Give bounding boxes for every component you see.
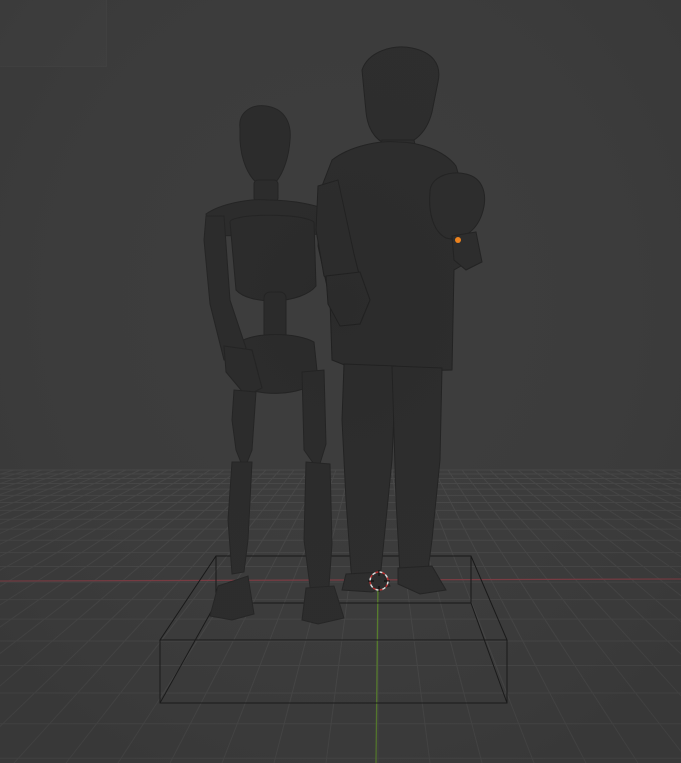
grid-line (433, 469, 587, 763)
grid-line (0, 469, 197, 587)
grid-line (489, 469, 681, 655)
grid-line (0, 469, 169, 557)
grid-line (573, 469, 681, 530)
grid-line (0, 469, 71, 496)
grid-line (657, 469, 681, 480)
grid-line (545, 469, 681, 558)
grid-line (0, 469, 43, 485)
object-origin-dot[interactable] (455, 237, 461, 243)
gentleman-figure[interactable] (315, 46, 486, 595)
grid-line (0, 469, 239, 655)
grid-line (65, 469, 295, 763)
grid-line (0, 469, 141, 535)
viewport-canvas (0, 0, 681, 763)
grid-line (0, 469, 211, 606)
3d-viewport[interactable] (0, 0, 681, 763)
grid-line (559, 469, 681, 543)
grid-line (0, 469, 183, 571)
grid-line (0, 469, 225, 628)
grid-line (461, 469, 681, 753)
x-axis-line (0, 578, 681, 582)
grid-line (615, 469, 681, 501)
grid-line (531, 469, 681, 576)
grid-line (0, 469, 113, 516)
grid-line (475, 469, 681, 697)
